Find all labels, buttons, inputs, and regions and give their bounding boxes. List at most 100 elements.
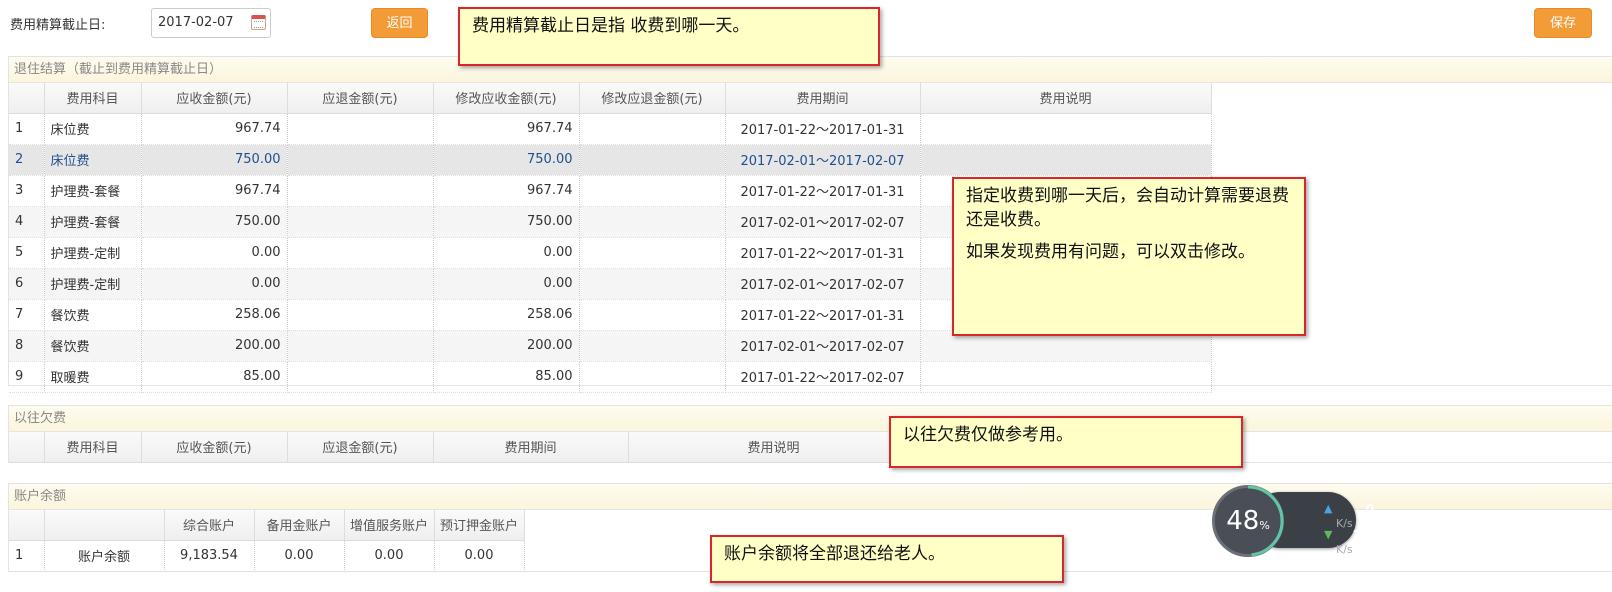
refund-cell[interactable]	[287, 175, 434, 207]
modified-refund-cell[interactable]	[579, 299, 726, 331]
network-speed-widget[interactable]: ▲ 0K/s ▼ 2.9K/s 48%	[1212, 485, 1374, 557]
receivable-cell[interactable]: 750.00	[141, 206, 288, 238]
note-cell[interactable]	[920, 144, 1212, 176]
back-button[interactable]: 返回	[371, 8, 428, 38]
receivable-cell[interactable]: 200.00	[141, 330, 288, 362]
modified-receivable-cell[interactable]: 0.00	[433, 237, 580, 269]
modified-refund-cell[interactable]	[579, 237, 726, 269]
modified-refund-cell[interactable]	[579, 361, 726, 393]
table-row[interactable]: 2 床位费 750.00 750.00 2017-02-01～2017-02-0…	[9, 144, 1212, 176]
reserve-account-cell[interactable]: 0.00	[254, 540, 345, 572]
receivable-cell[interactable]: 85.00	[141, 361, 288, 393]
row-index: 9	[9, 361, 45, 393]
receivable-cell[interactable]: 750.00	[141, 144, 288, 176]
column-header[interactable]: 应退金额(元)	[287, 83, 434, 114]
save-button[interactable]: 保存	[1534, 8, 1592, 38]
period-cell[interactable]: 2017-01-22～2017-02-07	[725, 361, 921, 393]
note-cell[interactable]	[920, 361, 1212, 393]
deposit-account-cell[interactable]: 0.00	[434, 540, 525, 572]
modified-receivable-cell[interactable]: 85.00	[433, 361, 580, 393]
modified-refund-cell[interactable]	[579, 144, 726, 176]
arrears-section-title: 以往欠费	[9, 406, 1612, 432]
fee-item-cell[interactable]: 护理费-定制	[44, 268, 142, 300]
period-cell[interactable]: 2017-01-22～2017-01-31	[725, 113, 921, 145]
receivable-cell[interactable]: 0.00	[141, 268, 288, 300]
receivable-cell[interactable]: 967.74	[141, 175, 288, 207]
table-row[interactable]: 1 账户余额 9,183.54 0.00 0.00 0.00	[9, 540, 525, 572]
modified-refund-cell[interactable]	[579, 113, 726, 145]
column-header[interactable]: 备用金账户	[254, 510, 345, 541]
receivable-cell[interactable]: 0.00	[141, 237, 288, 269]
column-header[interactable]: 修改应收金额(元)	[433, 83, 580, 114]
modified-receivable-cell[interactable]: 967.74	[433, 113, 580, 145]
period-cell[interactable]: 2017-02-01～2017-02-07	[725, 268, 921, 300]
modified-receivable-cell[interactable]: 0.00	[433, 268, 580, 300]
refund-cell[interactable]	[287, 361, 434, 393]
modified-receivable-cell[interactable]: 750.00	[433, 144, 580, 176]
modified-refund-cell[interactable]	[579, 268, 726, 300]
fee-item-cell[interactable]: 餐饮费	[44, 330, 142, 362]
column-header[interactable]: 费用说明	[920, 83, 1212, 114]
upload-value: 0	[1365, 502, 1374, 516]
receivable-cell[interactable]: 967.74	[141, 113, 288, 145]
column-header[interactable]: 应收金额(元)	[141, 83, 288, 114]
table-row[interactable]: 9 取暖费 85.00 85.00 2017-01-22～2017-02-07	[9, 361, 1212, 393]
period-cell[interactable]: 2017-02-01～2017-02-07	[725, 206, 921, 238]
note-cell[interactable]	[920, 113, 1212, 145]
column-header	[9, 83, 45, 114]
receivable-cell[interactable]: 258.06	[141, 299, 288, 331]
column-header[interactable]: 应退金额(元)	[287, 432, 434, 463]
column-header[interactable]: 预订押金账户	[434, 510, 525, 541]
value-added-account-cell[interactable]: 0.00	[344, 540, 435, 572]
general-account-cell[interactable]: 9,183.54	[164, 540, 255, 572]
fee-item-cell[interactable]: 护理费-套餐	[44, 206, 142, 238]
row-index: 8	[9, 330, 45, 362]
modified-refund-cell[interactable]	[579, 330, 726, 362]
row-index: 2	[9, 144, 45, 176]
fee-item-cell[interactable]: 餐饮费	[44, 299, 142, 331]
column-header[interactable]: 修改应退金额(元)	[579, 83, 726, 114]
modified-receivable-cell[interactable]: 200.00	[433, 330, 580, 362]
balance-label-cell: 账户余额	[44, 540, 165, 572]
arrears-header-row: 费用科目 应收金额(元) 应退金额(元) 费用期间 费用说明	[9, 432, 920, 463]
column-header[interactable]: 增值服务账户	[344, 510, 435, 541]
arrears-section: 以往欠费 费用科目 应收金额(元) 应退金额(元) 费用期间 费用说明	[8, 405, 1612, 463]
column-header[interactable]: 应收金额(元)	[141, 432, 288, 463]
refund-cell[interactable]	[287, 268, 434, 300]
period-cell[interactable]: 2017-01-22～2017-01-31	[725, 175, 921, 207]
memory-usage-gauge[interactable]: 48%	[1212, 485, 1284, 557]
download-speed: ▼ 2.9K/s	[1324, 528, 1374, 556]
refund-cell[interactable]	[287, 144, 434, 176]
fee-item-cell[interactable]: 床位费	[44, 113, 142, 145]
refund-cell[interactable]	[287, 330, 434, 362]
period-cell[interactable]: 2017-02-01～2017-02-07	[725, 144, 921, 176]
column-header[interactable]: 费用说明	[628, 432, 920, 463]
period-cell[interactable]: 2017-02-01～2017-02-07	[725, 330, 921, 362]
calendar-icon[interactable]	[251, 15, 266, 30]
modified-receivable-cell[interactable]: 258.06	[433, 299, 580, 331]
column-header[interactable]: 费用科目	[44, 432, 142, 463]
modified-refund-cell[interactable]	[579, 175, 726, 207]
settlement-date-input[interactable]: 2017-02-07	[151, 8, 271, 38]
modified-receivable-cell[interactable]: 967.74	[433, 175, 580, 207]
period-cell[interactable]: 2017-01-22～2017-01-31	[725, 237, 921, 269]
modified-refund-cell[interactable]	[579, 206, 726, 238]
refund-cell[interactable]	[287, 206, 434, 238]
fee-item-cell[interactable]: 取暖费	[44, 361, 142, 393]
column-header[interactable]: 费用科目	[44, 83, 142, 114]
period-cell[interactable]: 2017-01-22～2017-01-31	[725, 299, 921, 331]
table-row[interactable]: 1 床位费 967.74 967.74 2017-01-22～2017-01-3…	[9, 113, 1212, 145]
column-header[interactable]: 费用期间	[433, 432, 629, 463]
calc-tip-callout: 指定收费到哪一天后，会自动计算需要退费还是收费。 如果发现费用有问题，可以双击修…	[952, 177, 1306, 336]
balance-tip-callout: 账户余额将全部退还给老人。	[710, 535, 1064, 583]
fee-item-cell[interactable]: 床位费	[44, 144, 142, 176]
fee-item-cell[interactable]: 护理费-套餐	[44, 175, 142, 207]
column-header[interactable]: 综合账户	[164, 510, 255, 541]
modified-receivable-cell[interactable]: 750.00	[433, 206, 580, 238]
fee-item-cell[interactable]: 护理费-定制	[44, 237, 142, 269]
refund-cell[interactable]	[287, 299, 434, 331]
column-header[interactable]: 费用期间	[725, 83, 921, 114]
refund-cell[interactable]	[287, 113, 434, 145]
refund-cell[interactable]	[287, 237, 434, 269]
callout-text: 如果发现费用有问题，可以双击修改。	[966, 241, 1255, 262]
